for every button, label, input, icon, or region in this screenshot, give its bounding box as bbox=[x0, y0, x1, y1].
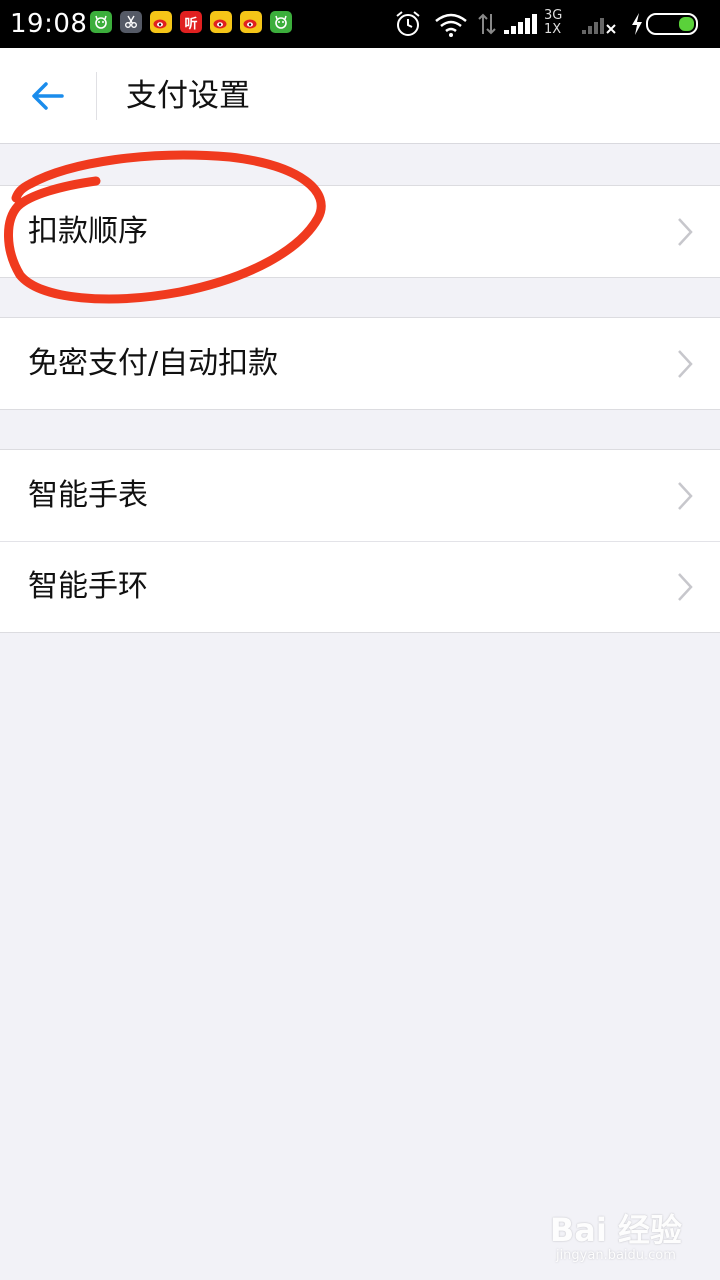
list-item-password-free-payment[interactable]: 免密支付/自动扣款 bbox=[0, 318, 720, 409]
network-type-top: 3G bbox=[544, 8, 563, 23]
back-arrow-icon bbox=[32, 82, 64, 110]
header-divider bbox=[96, 72, 97, 120]
chevron-right-icon bbox=[678, 481, 693, 510]
notification-icons: 听 bbox=[90, 11, 292, 33]
network-type: 3G 1X bbox=[544, 9, 568, 37]
status-time: 19:08 bbox=[10, 9, 88, 39]
network-type-bottom: 1X bbox=[544, 22, 562, 37]
wifi-icon bbox=[435, 13, 467, 37]
alarm-icon bbox=[396, 11, 420, 36]
ting-label: 听 bbox=[184, 16, 198, 32]
scissors-icon bbox=[120, 11, 142, 33]
app-icon bbox=[270, 11, 292, 33]
watermark-url: jingyan.baidu.com bbox=[555, 1248, 676, 1263]
status-bar: 19:08 听 3G 1X bbox=[0, 0, 720, 48]
list-item-label: 智能手表 bbox=[28, 477, 148, 513]
list-item-deduction-order[interactable]: 扣款顺序 bbox=[0, 186, 720, 277]
settings-group-smart-devices: 智能手表 智能手环 bbox=[0, 449, 720, 633]
no-signal-icon bbox=[582, 18, 616, 34]
weibo-icon bbox=[210, 11, 232, 33]
watermark-logo-text: Bai 经验 bbox=[549, 1211, 682, 1249]
settings-group-password-free: 免密支付/自动扣款 bbox=[0, 317, 720, 410]
weibo-icon bbox=[150, 11, 172, 33]
chevron-right-icon bbox=[678, 349, 693, 378]
chevron-right-icon bbox=[678, 572, 693, 601]
screen: 19:08 听 3G 1X 支付设置 扣款顺序 免密支付/自动扣款 智能手表 智… bbox=[0, 0, 720, 1280]
back-button[interactable] bbox=[24, 72, 72, 120]
weibo-icon bbox=[240, 11, 262, 33]
chevron-right-icon bbox=[678, 217, 693, 246]
list-item-smart-band[interactable]: 智能手环 bbox=[0, 541, 720, 632]
list-item-label: 智能手环 bbox=[28, 568, 148, 604]
list-item-label: 免密支付/自动扣款 bbox=[28, 345, 279, 381]
watermark: Bai 经验 jingyan.baidu.com bbox=[550, 1212, 682, 1264]
list-item-smart-watch[interactable]: 智能手表 bbox=[0, 450, 720, 541]
data-arrows-icon bbox=[478, 13, 496, 35]
settings-group-deduction-order: 扣款顺序 bbox=[0, 185, 720, 278]
page-title: 支付设置 bbox=[126, 78, 250, 114]
ting-icon: 听 bbox=[180, 11, 202, 33]
header: 支付设置 bbox=[0, 48, 720, 144]
charging-icon bbox=[632, 13, 642, 35]
signal-strength-icon bbox=[504, 14, 537, 34]
list-item-label: 扣款顺序 bbox=[28, 213, 148, 249]
battery-icon bbox=[646, 13, 698, 35]
app-icon bbox=[90, 11, 112, 33]
